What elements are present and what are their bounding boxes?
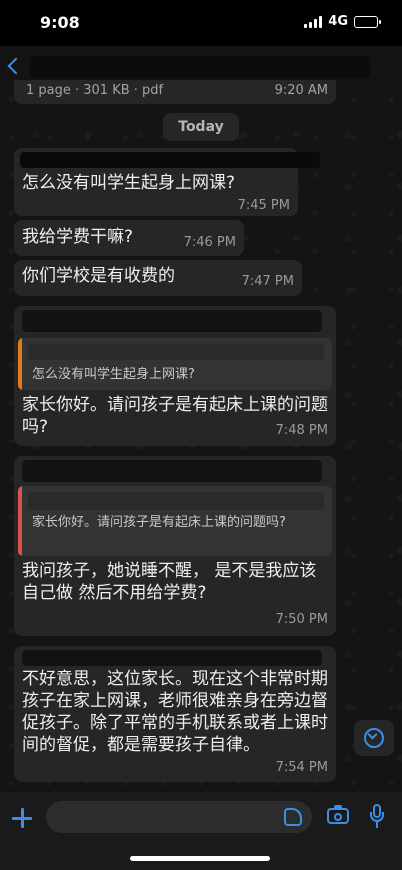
message-time: 7:46 PM xyxy=(183,235,236,250)
message-bubble[interactable]: 怎么没有叫学生起身上网课? 家长你好。请问孩子是有起床上课的问题吗? 7:48 … xyxy=(14,306,336,446)
message-text: 我问孩子，她说睡不醒， 是不是我应该自己做 然后不用给学费? xyxy=(22,561,317,603)
message-time: 7:54 PM xyxy=(275,760,328,775)
redacted-contact-name xyxy=(30,56,370,78)
status-bar: 9:08 4G xyxy=(0,0,402,46)
message-time: 7:48 PM xyxy=(275,423,328,438)
battery-icon xyxy=(354,15,381,28)
date-divider: Today xyxy=(163,113,239,141)
redacted-sender xyxy=(22,650,322,666)
sticker-icon[interactable] xyxy=(284,808,302,826)
redacted-quote-sender xyxy=(28,344,324,360)
message-input[interactable] xyxy=(46,801,312,833)
network-label: 4G xyxy=(328,14,348,29)
message-bubble[interactable]: 家长你好。请问孩子是有起床上课的问题吗? 我问孩子，她说睡不醒， 是不是我应该自… xyxy=(14,456,336,636)
redacted-sender xyxy=(22,460,322,482)
signal-icon xyxy=(304,15,323,28)
message-time: 7:47 PM xyxy=(241,274,294,289)
message-time: 7:50 PM xyxy=(275,612,328,627)
message-text: 你们学校是有收费的 xyxy=(22,266,175,286)
pdf-attachment[interactable]: 1 page · 301 KB · pdf 9:20 AM xyxy=(14,80,336,104)
quote-bar xyxy=(18,338,22,390)
camera-icon[interactable] xyxy=(327,805,349,824)
message-time: 7:45 PM xyxy=(237,198,290,213)
quote-text: 家长你好。请问孩子是有起床上课的问题吗? xyxy=(32,515,286,530)
message-text: 怎么没有叫学生起身上网课? xyxy=(22,173,236,193)
pdf-time: 9:20 AM xyxy=(274,83,328,98)
message-bubble[interactable]: 不好意思，这位家长。现在这个非常时期孩子在家上网课，老师很难亲身在旁边督促孩子。… xyxy=(14,646,336,782)
back-arrow-icon[interactable] xyxy=(7,57,25,75)
quote-bar xyxy=(18,486,22,556)
redacted-quote-sender xyxy=(28,492,324,510)
message-bubble[interactable]: 我给学费干嘛? 7:46 PM xyxy=(14,220,244,256)
pdf-meta: 1 page · 301 KB · pdf xyxy=(26,83,164,98)
mic-icon[interactable] xyxy=(370,804,384,830)
home-indicator[interactable] xyxy=(130,856,270,861)
status-indicators: 4G xyxy=(304,14,381,29)
message-text: 不好意思，这位家长。现在这个非常时期孩子在家上网课，老师很难亲身在旁边督促孩子。… xyxy=(22,669,328,755)
plus-icon[interactable] xyxy=(10,806,34,830)
quoted-message[interactable]: 家长你好。请问孩子是有起床上课的问题吗? xyxy=(18,486,332,556)
status-time: 9:08 xyxy=(40,13,80,32)
redacted-sender xyxy=(22,310,322,332)
message-bubble[interactable]: 怎么没有叫学生起身上网课? 7:45 PM xyxy=(14,148,320,216)
quoted-message[interactable]: 怎么没有叫学生起身上网课? xyxy=(18,338,332,390)
quote-text: 怎么没有叫学生起身上网课? xyxy=(32,367,195,382)
scroll-down-button[interactable] xyxy=(354,720,394,756)
message-bubble[interactable]: 你们学校是有收费的 7:47 PM xyxy=(14,260,302,296)
message-text: 我给学费干嘛? xyxy=(22,227,134,247)
redacted-sender xyxy=(20,152,320,168)
